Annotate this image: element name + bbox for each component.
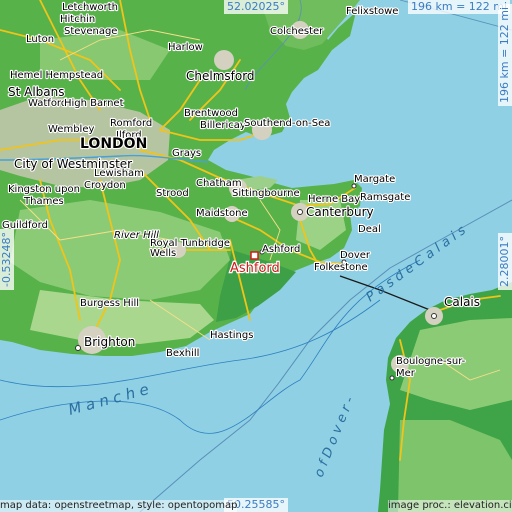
scale-vertical: 196 km = 122 mi xyxy=(498,3,512,106)
label-southend: Southend-on-Sea xyxy=(244,118,330,129)
label-brighton: Brighton xyxy=(84,335,135,349)
label-hastings: Hastings xyxy=(210,330,253,341)
label-hitchin: Hitchin xyxy=(60,14,95,25)
label-high-barnet: High Barnet xyxy=(64,98,124,109)
map-view[interactable]: M a n c h e P a s d e C a l a i s o f D … xyxy=(0,0,512,512)
label-colchester: Colchester xyxy=(270,26,324,37)
label-sittingbourne: Sittingbourne xyxy=(232,188,300,199)
label-hemel: Hemel Hempstead xyxy=(10,70,103,81)
label-wembley: Wembley xyxy=(48,124,94,135)
label-ramsgate: Ramsgate xyxy=(360,192,410,203)
label-herne-bay: Herne Bay xyxy=(308,194,360,205)
label-margate: Margate xyxy=(354,174,395,185)
label-maidstone: Maidstone xyxy=(196,208,248,219)
label-thames: Thames xyxy=(23,196,64,207)
label-romford: Romford xyxy=(110,118,152,129)
label-calais: Calais xyxy=(444,295,480,309)
label-grays: Grays xyxy=(172,148,201,159)
label-deal: Deal xyxy=(358,224,381,235)
label-stevenage: Stevenage xyxy=(64,26,117,37)
label-ashford-highlight[interactable]: Ashford xyxy=(229,260,281,277)
label-st-albans: St Albans xyxy=(8,85,65,99)
label-burgess-hill: Burgess Hill xyxy=(80,298,139,309)
label-brentwood: Brentwood xyxy=(184,108,238,119)
credit-map-data: map data: openstreetmap, style: opentopo… xyxy=(0,500,238,512)
label-ashford-small: Ashford xyxy=(262,244,300,255)
label-boulogne: Boulogne-sur- xyxy=(396,356,466,367)
scale-horizontal: 196 km = 122 mi xyxy=(408,0,511,14)
label-luton: Luton xyxy=(26,34,54,45)
coord-left: -0.53248° xyxy=(0,229,14,290)
label-felixstowe: Felixstowe xyxy=(346,6,398,17)
label-london: LONDON xyxy=(80,136,147,152)
label-letchworth: Letchworth xyxy=(62,2,118,13)
coord-right: 2.28001° xyxy=(498,233,512,290)
label-croydon: Croydon xyxy=(84,180,126,191)
credit-image-proc: image proc.: elevation.city xyxy=(388,500,512,512)
label-folkestone: Folkestone xyxy=(314,262,368,273)
label-watford: Watford xyxy=(28,98,67,109)
ashford-marker[interactable] xyxy=(250,251,259,260)
label-harlow: Harlow xyxy=(168,42,203,53)
label-chelmsford: Chelmsford xyxy=(186,69,255,83)
label-lewisham: Lewisham xyxy=(94,168,144,179)
label-kingston: Kingston upon xyxy=(8,184,80,195)
label-bexhill: Bexhill xyxy=(166,348,199,359)
label-mer: Mer xyxy=(396,368,416,379)
label-dover: Dover xyxy=(340,250,371,261)
label-canterbury: Canterbury xyxy=(306,205,374,219)
map-canvas: M a n c h e P a s d e C a l a i s o f D … xyxy=(0,0,512,512)
label-strood: Strood xyxy=(156,188,189,199)
coord-top: 52.02025° xyxy=(224,0,288,14)
label-billericay: Billericay xyxy=(200,120,246,131)
label-wells: Wells xyxy=(150,248,176,259)
